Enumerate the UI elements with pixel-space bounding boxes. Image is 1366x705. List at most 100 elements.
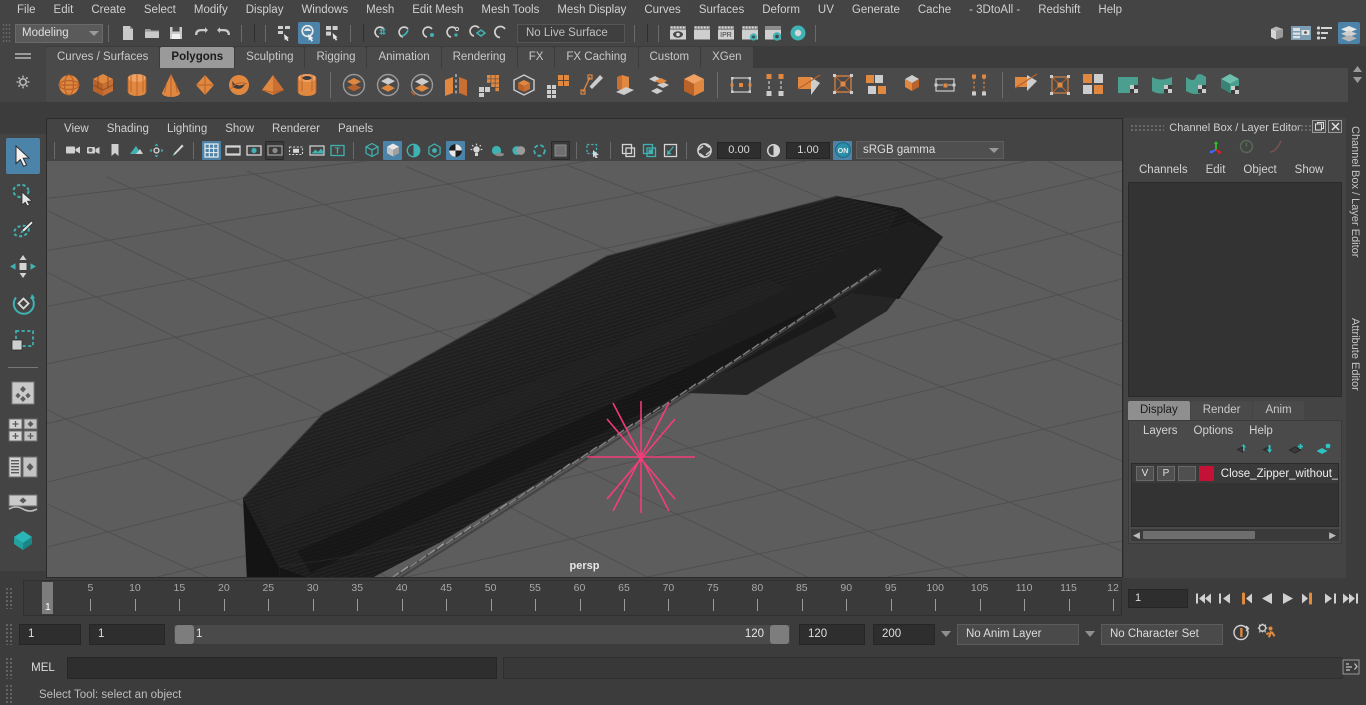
- append-polygon-icon[interactable]: [894, 69, 928, 101]
- shelf-tab-menu-icon[interactable]: [15, 53, 31, 61]
- poly-cube-icon[interactable]: [86, 69, 120, 101]
- shelf-tab-custom[interactable]: Custom: [638, 47, 701, 68]
- four-view-layout-button[interactable]: [6, 412, 40, 448]
- persp-outliner-layout-button[interactable]: [6, 449, 40, 485]
- step-forward-frame-icon[interactable]: [1299, 588, 1318, 608]
- viewport-menu-lighting[interactable]: Lighting: [158, 119, 216, 139]
- uv-unfold-icon[interactable]: [1145, 69, 1179, 101]
- shelf-tab-animation[interactable]: Animation: [367, 47, 441, 68]
- snap-to-projected-center-icon[interactable]: [442, 22, 464, 44]
- resolution-gate-icon[interactable]: [244, 141, 263, 160]
- current-frame-field[interactable]: 1: [1128, 588, 1188, 608]
- multi-cut-icon[interactable]: [758, 69, 792, 101]
- smooth-icon[interactable]: [473, 69, 507, 101]
- scroll-right-icon[interactable]: ▶: [1329, 530, 1336, 541]
- make-live-icon[interactable]: [490, 22, 512, 44]
- undo-icon[interactable]: [189, 22, 211, 44]
- shelf-tab-fx[interactable]: FX: [517, 47, 555, 68]
- bridge-icon[interactable]: [860, 69, 894, 101]
- toolbar-flex-handle[interactable]: [106, 24, 113, 42]
- shelf-scroll-arrows[interactable]: [1348, 46, 1366, 102]
- menu-surfaces[interactable]: Surfaces: [690, 0, 753, 20]
- command-input[interactable]: [67, 657, 497, 679]
- viewport-menu-renderer[interactable]: Renderer: [263, 119, 329, 139]
- separate-icon[interactable]: [371, 69, 405, 101]
- menuset-selector[interactable]: Modeling: [15, 23, 103, 43]
- move-layer-down-icon[interactable]: [1262, 443, 1277, 459]
- reduce-icon[interactable]: [541, 69, 575, 101]
- command-line-grip[interactable]: [5, 657, 14, 679]
- snap-to-view-plane-icon[interactable]: [466, 22, 488, 44]
- image-plane-icon[interactable]: [126, 141, 145, 160]
- side-tab-attribute-editor[interactable]: Attribute Editor: [1349, 318, 1361, 391]
- time-slider-grip[interactable]: [5, 587, 14, 609]
- layer-playback-toggle[interactable]: P: [1156, 466, 1175, 481]
- anim-end-field[interactable]: 200: [873, 623, 935, 645]
- toolbar-flex-handle-5[interactable]: [632, 24, 639, 42]
- scroll-left-icon[interactable]: ◀: [1133, 530, 1140, 541]
- insert-edge-loop-icon[interactable]: [928, 69, 962, 101]
- range-start-field[interactable]: 1: [89, 623, 165, 645]
- offset-edge-loop-icon[interactable]: [962, 69, 996, 101]
- target-weld-icon[interactable]: [792, 69, 826, 101]
- smooth-shade-all-icon[interactable]: [383, 140, 402, 160]
- create-empty-layer-icon[interactable]: [1288, 443, 1304, 459]
- menu-mesh-display[interactable]: Mesh Display: [548, 0, 635, 20]
- xray-active-components-icon[interactable]: [661, 141, 680, 160]
- layer-tab-anim[interactable]: Anim: [1253, 401, 1304, 420]
- move-tool-button[interactable]: [6, 249, 40, 285]
- channel-box-menu-edit[interactable]: Edit: [1197, 159, 1235, 181]
- exposure-icon[interactable]: [307, 141, 326, 160]
- shelf-tab-rigging[interactable]: Rigging: [305, 47, 367, 68]
- film-gate-icon[interactable]: [223, 141, 242, 160]
- exposure-aperture-icon[interactable]: [695, 141, 714, 160]
- color-management-toggle-icon[interactable]: ON: [833, 140, 852, 160]
- shelf-tab-curves-surfaces[interactable]: Curves / Surfaces: [46, 47, 160, 68]
- paint-select-tool-button[interactable]: [6, 212, 40, 248]
- render-region-icon[interactable]: [691, 22, 713, 44]
- redo-icon[interactable]: [213, 22, 235, 44]
- textured-icon[interactable]: [425, 141, 444, 160]
- menu-mesh[interactable]: Mesh: [357, 0, 403, 20]
- snap-to-grid-icon[interactable]: [370, 22, 392, 44]
- help-line-grip[interactable]: [5, 683, 14, 705]
- viewport-toolbar-grip-2[interactable]: [191, 141, 198, 159]
- menu-help[interactable]: Help: [1089, 0, 1131, 20]
- layer-name[interactable]: Close_Zipper_without_: [1221, 468, 1338, 480]
- menu-select[interactable]: Select: [135, 0, 185, 20]
- layer-tab-display[interactable]: Display: [1128, 401, 1190, 420]
- toolbar-flex-handle-3[interactable]: [263, 24, 270, 42]
- select-by-object-type-icon[interactable]: [298, 22, 320, 44]
- anim-layer-field[interactable]: No Anim Layer: [957, 623, 1079, 645]
- layer-list-horizontal-scrollbar[interactable]: ◀ ▶: [1131, 529, 1339, 541]
- film-origin-icon[interactable]: [286, 141, 305, 160]
- shelf-tab-xgen[interactable]: XGen: [701, 47, 753, 68]
- viewport-menu-shading[interactable]: Shading: [98, 119, 158, 139]
- layer-list[interactable]: V P Close_Zipper_without_: [1131, 463, 1339, 527]
- time-slider-track[interactable]: 1 5 10 15 20 25 30 35 40 45 50 55 60 65 70 75 80 85 90 95 1…: [23, 580, 1122, 616]
- menu-generate[interactable]: Generate: [843, 0, 909, 20]
- shadows-icon[interactable]: [488, 141, 507, 160]
- undock-icon[interactable]: [1312, 120, 1326, 133]
- play-forwards-icon[interactable]: [1278, 588, 1297, 608]
- auto-keyframe-icon[interactable]: [1231, 623, 1251, 645]
- hypershade-layout-button[interactable]: [6, 523, 40, 559]
- rotate-tool-button[interactable]: [6, 286, 40, 322]
- combine-icon[interactable]: [337, 69, 371, 101]
- close-icon[interactable]: [1328, 120, 1342, 133]
- poly-torus-icon[interactable]: [222, 69, 256, 101]
- viewport-menu-panels[interactable]: Panels: [329, 119, 382, 139]
- animation-preferences-icon[interactable]: [1257, 623, 1277, 645]
- move-layer-up-icon[interactable]: [1236, 443, 1251, 459]
- layer-color-swatch[interactable]: [1198, 466, 1214, 481]
- extrude-icon[interactable]: [609, 69, 643, 101]
- texture-checker-icon[interactable]: [446, 140, 465, 160]
- viewport-toolbar-grip-4[interactable]: [574, 141, 581, 159]
- snap-to-point-icon[interactable]: [418, 22, 440, 44]
- side-tab-channel-box[interactable]: Channel Box / Layer Editor: [1349, 126, 1361, 257]
- manipulator-axis-icon[interactable]: [1208, 139, 1225, 157]
- show-attribute-editor-icon[interactable]: [1290, 22, 1312, 44]
- status-line-grip[interactable]: [2, 23, 11, 43]
- xray-joints-icon[interactable]: [640, 141, 659, 160]
- channel-box-menu-channels[interactable]: Channels: [1130, 159, 1197, 181]
